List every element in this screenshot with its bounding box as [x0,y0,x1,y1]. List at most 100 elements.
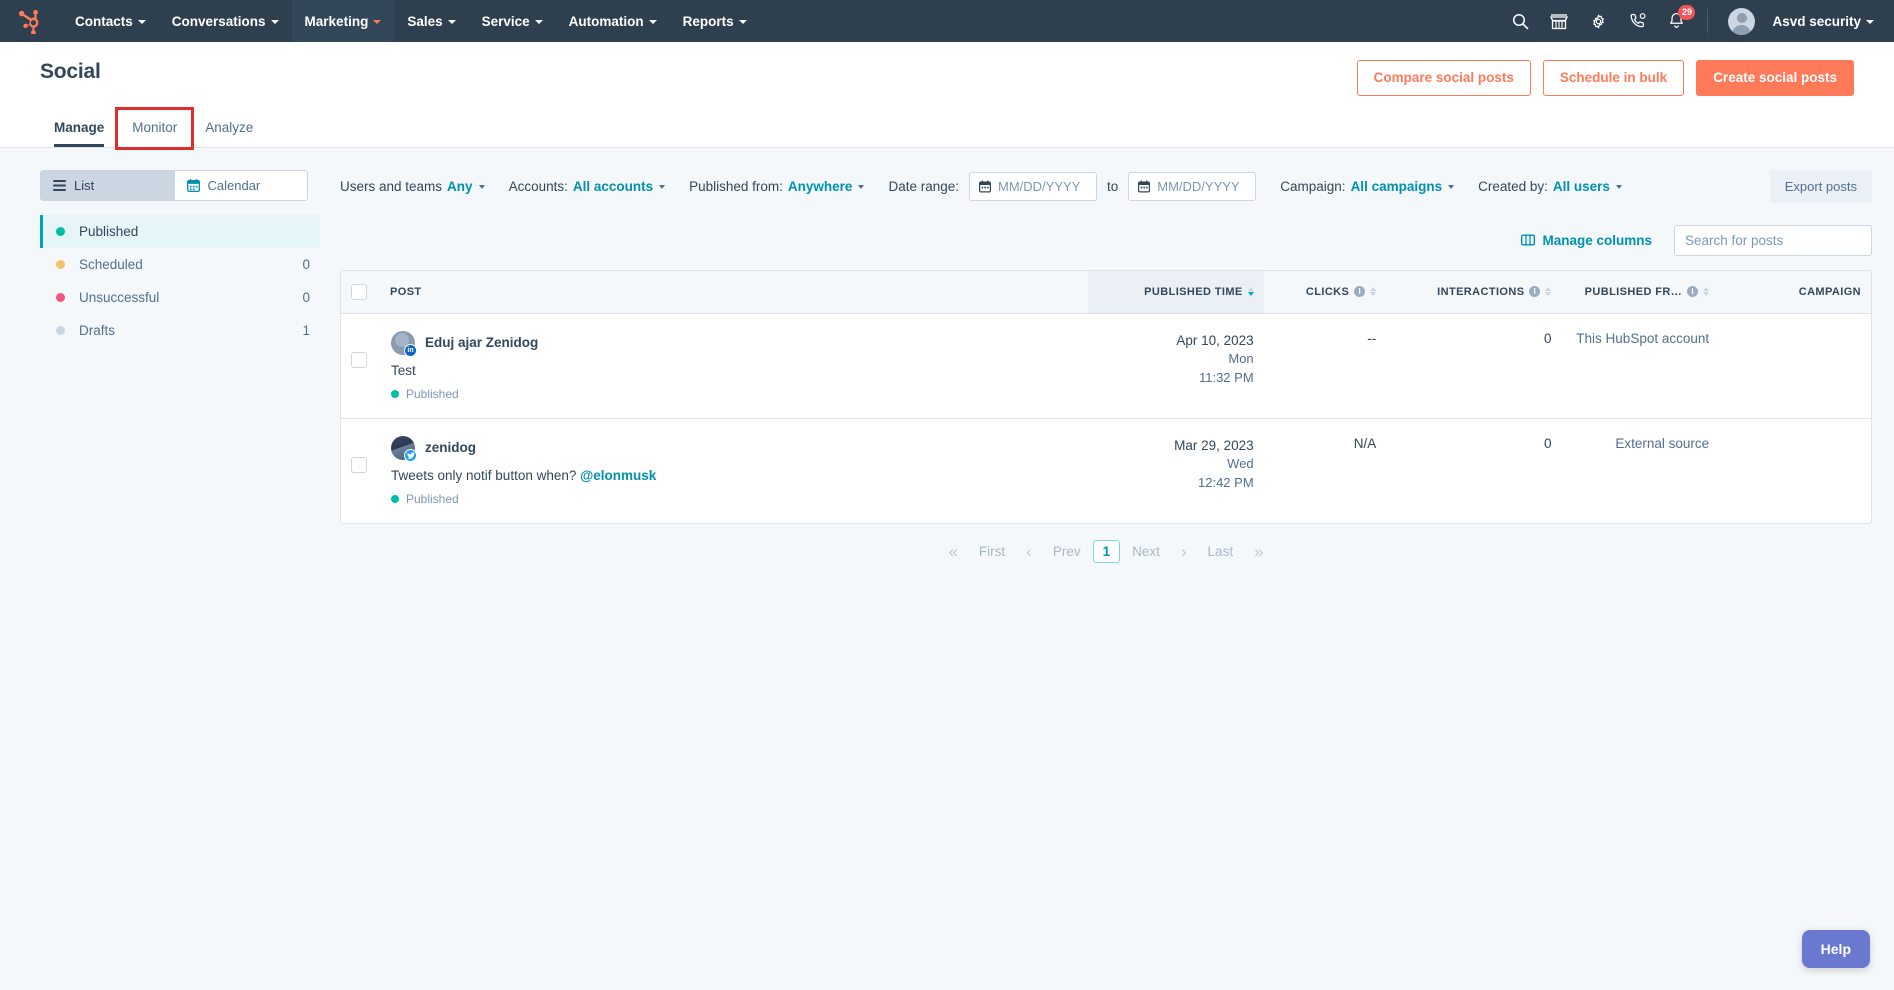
hubspot-logo-link[interactable] [0,0,62,42]
date-range-label-wrap: Date range: [888,179,959,194]
column-header-published-time[interactable]: PUBLISHED TIME [1088,270,1264,314]
row-select-checkbox[interactable] [351,351,367,368]
column-header-campaign: CAMPAIGN [1719,270,1871,314]
nav-label: Service [481,13,530,29]
column-header-published-from[interactable]: PUBLISHED FR… i [1561,270,1720,314]
post-account-name[interactable]: Eduj ajar Zenidog [425,335,538,350]
pagination-next[interactable]: Next [1123,540,1169,563]
notifications-icon[interactable]: 29 [1665,5,1696,32]
filter-value: Any [447,178,473,194]
gear-icon[interactable] [1587,10,1609,32]
status-item-unsuccessful[interactable]: Unsuccessful 0 [40,281,320,314]
filter-label: Campaign: [1280,178,1346,194]
tab-manage[interactable]: Manage [40,110,118,147]
view-toggle-list[interactable]: List [41,170,174,200]
status-label: Drafts [79,322,116,338]
cell-published-from: External source [1615,435,1710,451]
column-label: PUBLISHED TIME [1144,285,1243,298]
post-status-label: Published [406,386,459,401]
column-header-clicks[interactable]: CLICKS i [1263,270,1387,314]
row-select-checkbox[interactable] [351,456,367,473]
pagination-page-1[interactable]: 1 [1092,540,1121,563]
tab-monitor[interactable]: Monitor [115,106,195,150]
compare-social-posts-button[interactable]: Compare social posts [1356,60,1531,96]
filter-published-from[interactable]: Published from: Anywhere [689,179,865,194]
avatar[interactable] [1728,7,1756,35]
filter-value: All users [1552,178,1610,194]
nav-item-marketing[interactable]: Marketing [291,0,395,42]
column-header-post: POST [341,270,1089,314]
account-menu[interactable]: Asvd security [1772,14,1874,29]
search-icon[interactable] [1509,10,1531,32]
status-item-drafts[interactable]: Drafts 1 [40,314,320,347]
tab-analyze[interactable]: Analyze [191,110,267,147]
pagination-first-icon[interactable]: « [939,538,966,566]
nav-item-sales[interactable]: Sales [394,0,468,42]
nav-item-service[interactable]: Service [469,0,556,42]
post-account-name[interactable]: zenidog [425,440,476,455]
info-icon[interactable]: i [1529,286,1541,297]
date-to-input[interactable]: MM/DD/YYYY [1128,171,1257,201]
export-posts-button[interactable]: Export posts [1769,169,1872,203]
create-social-posts-button[interactable]: Create social posts [1696,60,1854,96]
status-dot-icon [391,494,399,503]
table-row[interactable]: in Eduj ajar Zenidog Test Published Apr … [341,313,1871,419]
filter-accounts[interactable]: Accounts: All accounts [509,179,666,194]
nav-item-contacts[interactable]: Contacts [62,0,159,42]
chevron-down-icon [858,185,865,189]
sort-arrows-icon[interactable] [1370,286,1377,297]
schedule-in-bulk-button[interactable]: Schedule in bulk [1542,60,1685,96]
cell-clicks: -- [1263,313,1387,419]
pagination-prev[interactable]: Prev [1044,540,1090,563]
status-count: 0 [302,289,310,305]
search-posts-wrapper[interactable] [1674,224,1872,256]
page-actions: Compare social posts Schedule in bulk Cr… [1356,60,1854,96]
post-mention-link[interactable]: @elonmusk [580,468,656,483]
filter-campaign[interactable]: Campaign: All campaigns [1280,178,1455,194]
search-input[interactable] [1685,232,1862,248]
list-icon [53,179,66,191]
account-avatar [391,435,417,462]
marketplace-icon[interactable] [1548,10,1570,32]
post-date: Apr 10, 2023 [1176,332,1254,348]
pagination-prev-icon[interactable]: ‹ [1017,538,1041,566]
pagination-last-icon[interactable]: » [1245,538,1272,566]
status-label: Published [79,223,139,239]
help-button[interactable]: Help [1801,930,1870,968]
post-text: Tweets only notif button when? @elonmusk [391,468,1078,483]
sort-arrows-icon[interactable] [1545,286,1552,297]
info-icon[interactable]: i [1354,286,1366,297]
nav-item-automation[interactable]: Automation [556,0,670,42]
call-icon[interactable] [1626,10,1648,32]
pagination-next-icon[interactable]: › [1172,538,1196,566]
filter-users-and-teams[interactable]: Users and teams Any [340,179,485,194]
info-icon[interactable]: i [1687,286,1699,297]
date-from-input[interactable]: MM/DD/YYYY [969,171,1097,201]
status-item-published[interactable]: Published [40,214,320,248]
table-body: in Eduj ajar Zenidog Test Published Apr … [341,313,1871,523]
date-from-placeholder: MM/DD/YYYY [998,178,1081,194]
pagination-last[interactable]: Last [1199,540,1243,563]
sort-arrows-icon[interactable] [1703,286,1710,297]
chevron-down-icon [478,185,485,189]
hubspot-sprocket-logo [19,10,39,34]
sort-arrows-icon[interactable] [1247,286,1254,297]
manage-columns-button[interactable]: Manage columns [1521,233,1652,248]
cell-campaign [1719,418,1871,523]
pagination-first[interactable]: First [970,540,1014,563]
date-range-to-label: to [1107,178,1119,194]
nav-item-conversations[interactable]: Conversations [159,0,292,42]
table-row[interactable]: zenidog Tweets only notif button when? @… [341,418,1871,523]
view-toggle-calendar[interactable]: Calendar [173,170,307,200]
nav-item-reports[interactable]: Reports [670,0,760,42]
status-item-scheduled[interactable]: Scheduled 0 [40,248,320,281]
page-header: Social Compare social posts Schedule in … [0,42,1894,150]
select-all-checkbox[interactable] [351,283,367,300]
column-header-interactions[interactable]: INTERACTIONS i [1386,270,1562,314]
post-text: Test [391,362,416,378]
content-area: Users and teams Any Accounts: All accoun… [340,148,1894,566]
post-weekday: Mon [1228,351,1254,367]
filter-created-by[interactable]: Created by: All users [1478,179,1622,194]
post-status-badge: Published [391,492,1078,506]
linkedin-icon: in [404,343,417,357]
